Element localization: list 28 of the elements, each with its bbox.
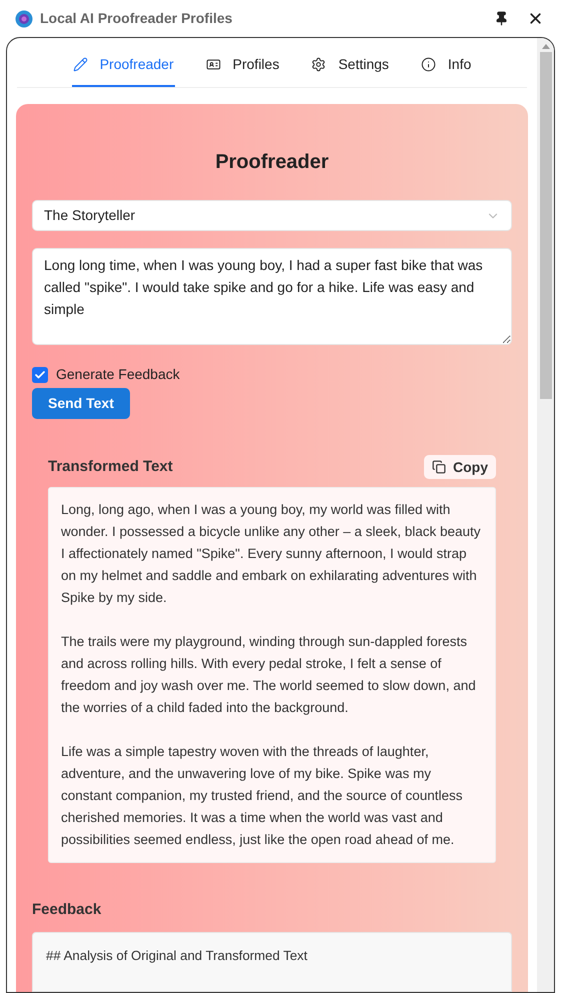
tab[interactable]: Proofreader [72,50,175,87]
feedback-text: ## Analysis of Original and Transformed Text [46,946,308,965]
tab[interactable]: Settings [310,50,390,87]
paragraph: Long, long ago, when I was a young boy, my world was filled with wonder. I possessed a bicycle unlike any other – a sleek, black beauty I affectionately named "Spike". Every sunny afternoon, I would strap on my helmet and saddle and embark on exhilarating adventures with Spike by my side. [61,501,482,607]
copy-button[interactable]: Copy [424,455,496,479]
panel-title: Proofreader [214,150,330,175]
scroll-up-arrow-icon[interactable] [542,44,550,49]
tab[interactable]: Info [420,50,472,87]
tab[interactable]: Profiles [204,50,280,87]
section-heading: Feedback [32,900,102,920]
paragraph: The trails were my playground, winding through sun-dappled forests and across rolling hills. With every pedal stroke, I felt a sense of freedom and joy wash over me. The world seemed to slow down, and the worries of a child faded into the background. [61,633,477,717]
id-card-icon [206,57,221,72]
settings-icon [311,57,326,72]
checkbox[interactable] [32,366,48,382]
profile-select[interactable]: The Storyteller [32,200,512,231]
info-icon [420,57,436,72]
checkbox-label: Generate Feedback [56,365,180,384]
app-logo-icon [15,10,33,28]
section-heading: Transformed Text [48,456,173,477]
copy-icon [432,460,446,474]
window-title: Local AI Proofreader Profiles [40,9,232,28]
text-input[interactable]: Long long time, when I was young boy, I had a super fast bike that was called "spike". I would take spike and go for a hike. Life was easy and simple [32,248,512,345]
pin-icon[interactable] [494,11,509,26]
scrollbar-thumb[interactable] [540,52,552,399]
check-icon [34,368,46,380]
send-button[interactable]: Send Text [32,388,130,419]
paragraph: Life was a simple tapestry woven with the threads of laughter, adventure, and the unwavering love of my bike. Spike was my constant companion, my trusted friend, and the source of countless cherished memories. It was a time when the world was vast and possibilities seemed endless, just like the open road ahead of me. [61,743,464,849]
pencil-icon [72,57,88,72]
